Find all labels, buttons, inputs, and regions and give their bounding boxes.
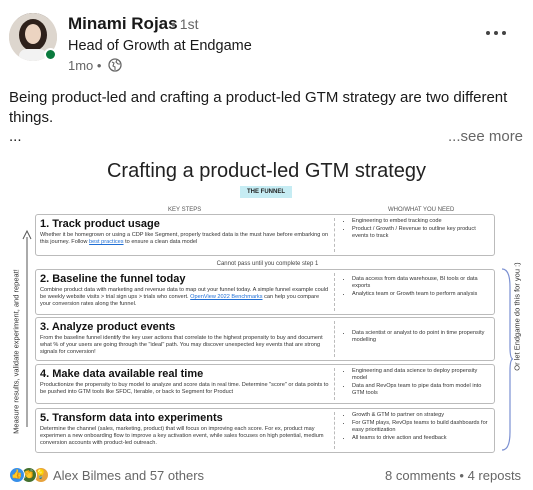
post-text: Being product-led and crafting a product… bbox=[9, 89, 508, 126]
need-item: Data scientist or analyst to do point in… bbox=[352, 330, 492, 344]
best-practices-link[interactable]: best practices bbox=[89, 239, 124, 245]
dot-icon bbox=[502, 31, 506, 35]
need-item: All teams to drive action and feedback bbox=[352, 435, 492, 442]
post-ellipsis: ... bbox=[9, 128, 22, 145]
side-label-left: Measure results, validate experiment, an… bbox=[11, 269, 21, 434]
step-description: Productionize the propensity to buy mode… bbox=[40, 382, 329, 395]
divider bbox=[334, 218, 335, 252]
needs-list: Data scientist or analyst to do point in… bbox=[342, 330, 492, 345]
step-description: From the baseline funnel identify the ke… bbox=[40, 335, 323, 355]
need-item: Engineering and data science to deploy p… bbox=[352, 368, 492, 382]
up-arrow-icon bbox=[22, 229, 32, 427]
online-status-dot bbox=[44, 48, 57, 61]
need-item: Data access from data warehouse, BI tool… bbox=[352, 276, 492, 290]
step-description: Combine product data with marketing and … bbox=[40, 287, 330, 308]
step-5: 5. Transform data into experiments Deter… bbox=[35, 408, 495, 453]
comments-reposts-count[interactable]: 8 comments • 4 reposts bbox=[385, 468, 521, 483]
reactions-count[interactable]: Alex Bilmes and 57 others bbox=[53, 468, 204, 483]
need-item: Engineering to embed tracking code bbox=[352, 218, 492, 225]
gate-note: Cannot pass until you complete step 1 bbox=[216, 261, 319, 267]
side-label-right: Or let Endgame do this for you :) bbox=[512, 262, 522, 371]
globe-icon bbox=[108, 58, 122, 72]
dot-icon bbox=[494, 31, 498, 35]
more-options-button[interactable] bbox=[484, 22, 514, 42]
funnel-badge: THE FUNNEL bbox=[240, 186, 292, 198]
needs-list: Growth & GTM to partner on strategy For … bbox=[342, 412, 492, 443]
dot-icon bbox=[486, 31, 490, 35]
need-item: Growth & GTM to partner on strategy bbox=[352, 412, 492, 419]
needs-list: Engineering and data science to deploy p… bbox=[342, 368, 492, 398]
infographic-title: Crafting a product-led GTM strategy bbox=[106, 160, 426, 182]
step-description: Whether it be homegrown or using a CDP l… bbox=[40, 232, 330, 246]
need-item: Product / Growth / Revenue to outline ke… bbox=[352, 226, 492, 240]
step-title: 3. Analyze product events bbox=[40, 321, 176, 333]
step-title: 4. Make data available real time bbox=[40, 368, 204, 380]
post-header: Minami Rojas • 1st Head of Growth at End… bbox=[0, 0, 533, 80]
divider bbox=[334, 273, 335, 311]
step-description: Determine the channel (sales, marketing,… bbox=[40, 426, 324, 446]
reactions-stack[interactable]: 👍 👏 💡 bbox=[9, 467, 51, 483]
step-title: 1. Track product usage bbox=[40, 218, 160, 230]
divider bbox=[334, 321, 335, 357]
divider bbox=[334, 412, 335, 449]
benchmarks-link[interactable]: OpenView 2022 Benchmarks bbox=[190, 294, 262, 300]
step-4: 4. Make data available real time Product… bbox=[35, 364, 495, 404]
need-item: For GTM plays, RevOps teams to build das… bbox=[352, 420, 492, 434]
social-counts-bar: 👍 👏 💡 Alex Bilmes and 57 others 8 commen… bbox=[0, 462, 533, 490]
needs-list: Data access from data warehouse, BI tool… bbox=[342, 276, 492, 299]
need-item: Data and RevOps team to pipe data from m… bbox=[352, 383, 492, 397]
see-more-link[interactable]: ...see more bbox=[448, 128, 523, 145]
author-name[interactable]: Minami Rojas bbox=[68, 14, 178, 34]
needs-list: Engineering to embed tracking code Produ… bbox=[342, 218, 492, 241]
author-headline: Head of Growth at Endgame bbox=[68, 38, 252, 54]
step-desc-text: to ensure a clean data model bbox=[123, 239, 198, 245]
divider bbox=[334, 368, 335, 400]
step-1: 1. Track product usage Whether it be hom… bbox=[35, 214, 495, 256]
post-time: 1mo • bbox=[68, 58, 102, 73]
like-reaction-icon: 👍 bbox=[9, 467, 25, 483]
step-3: 3. Analyze product events From the basel… bbox=[35, 317, 495, 361]
step-2: 2. Baseline the funnel today Combine pro… bbox=[35, 269, 495, 315]
key-steps-heading: KEY STEPS bbox=[168, 207, 202, 213]
connection-degree: • 1st bbox=[171, 16, 199, 32]
need-item: Analytics team or Growth team to perform… bbox=[352, 291, 492, 298]
step-title: 5. Transform data into experiments bbox=[40, 412, 223, 424]
step-title: 2. Baseline the funnel today bbox=[40, 273, 186, 285]
who-what-heading: WHO/WHAT YOU NEED bbox=[388, 207, 455, 213]
post-image[interactable]: Crafting a product-led GTM strategy THE … bbox=[0, 152, 533, 457]
